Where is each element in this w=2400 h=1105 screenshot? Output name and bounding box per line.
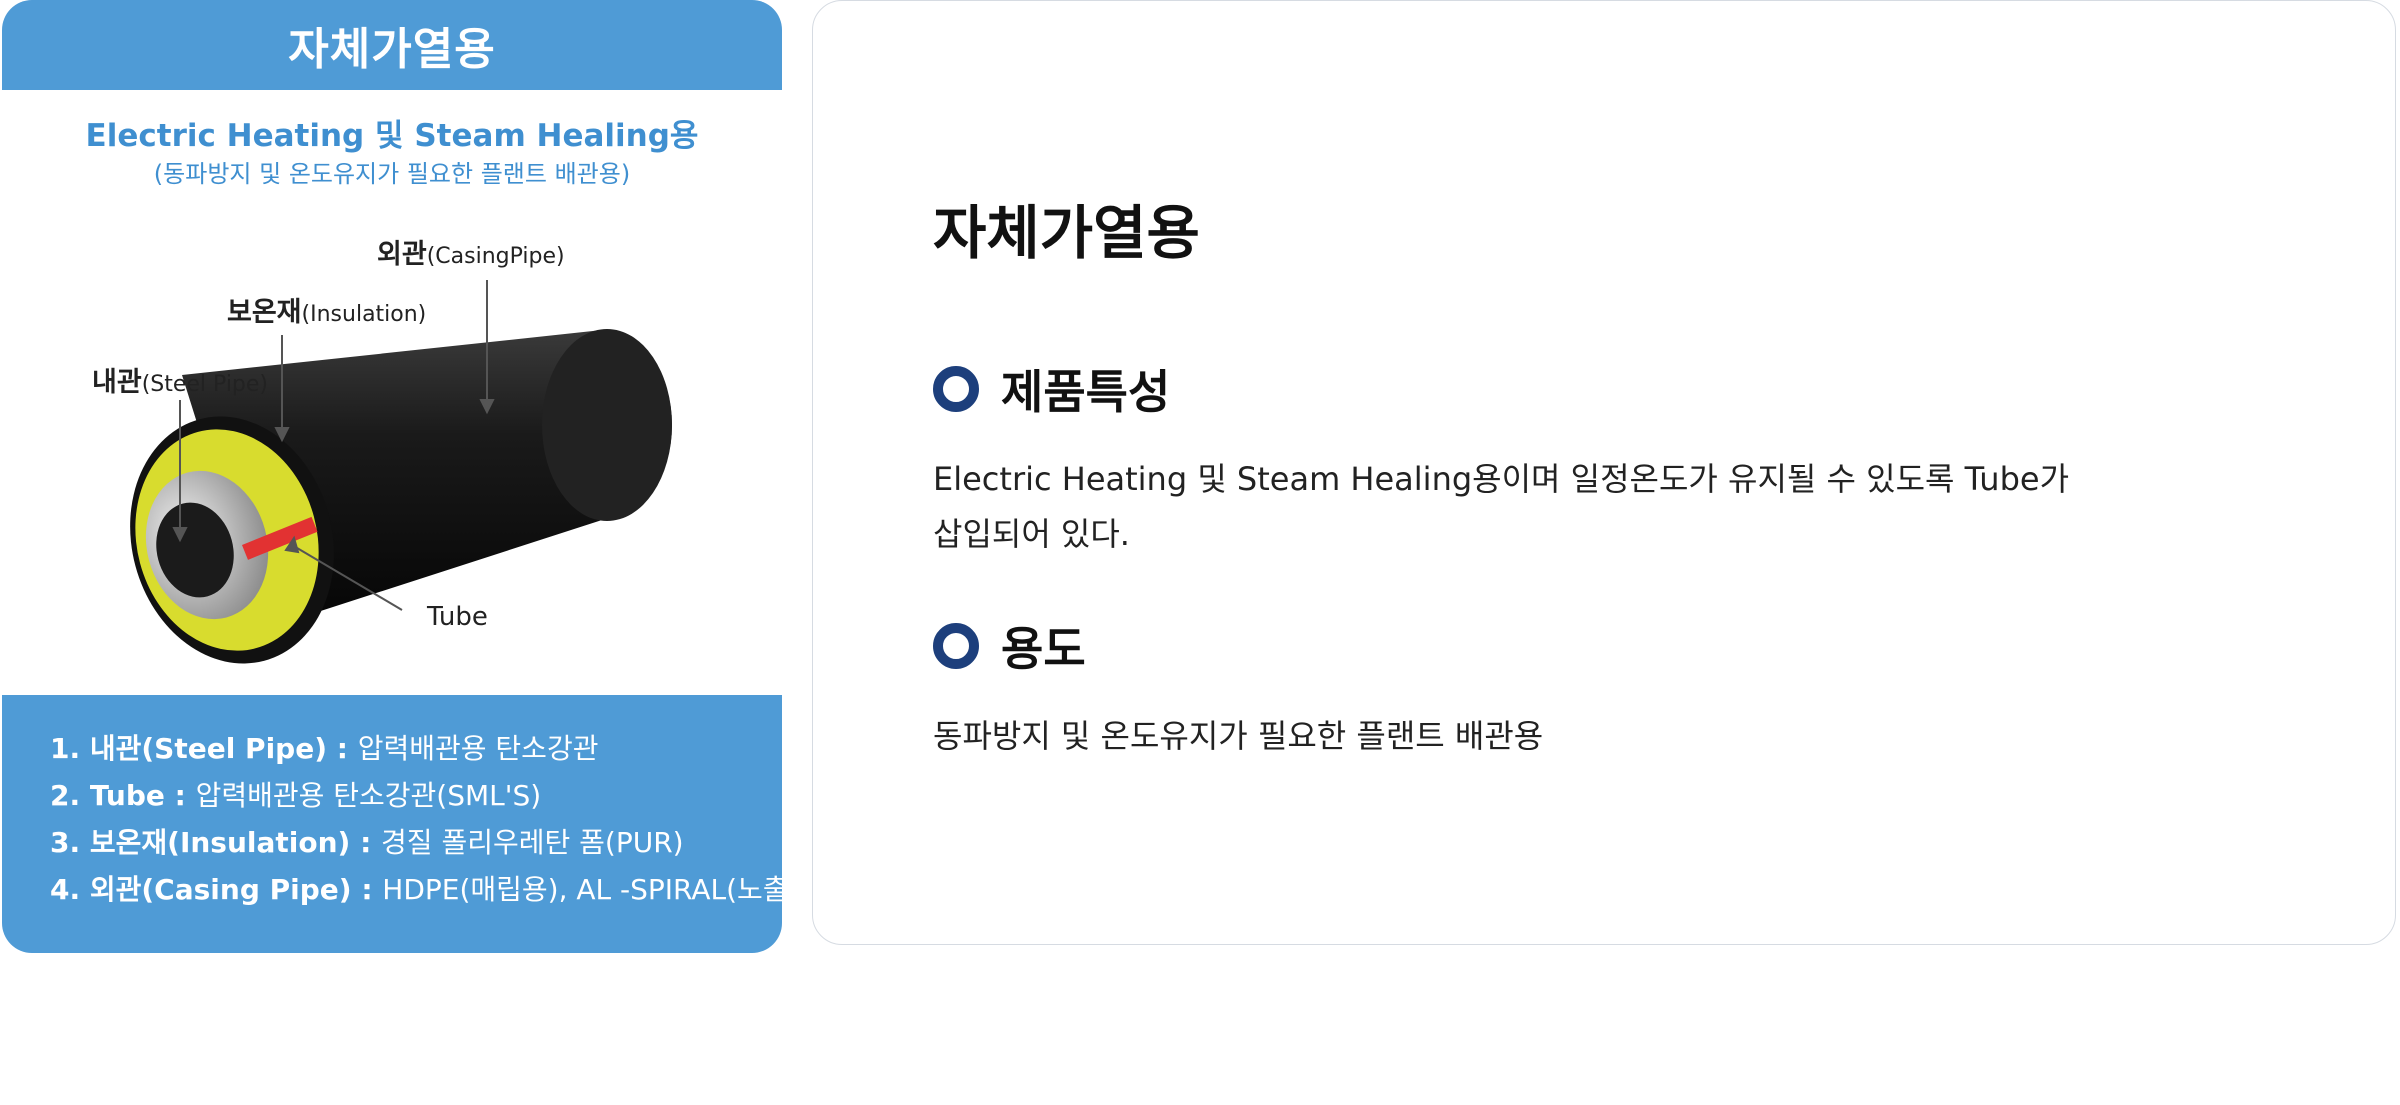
spec-item: 1. 내관(Steel Pipe) : 압력배관용 탄소강관 [50,725,782,772]
callout-casing-pipe: 외관(CasingPipe) [377,232,565,271]
spec-label: 2. Tube : [50,779,196,812]
callout-insulation-ko: 보온재 [227,297,302,328]
spec-item: 4. 외관(Casing Pipe) : HDPE(매립용), AL -SPIR… [50,866,782,913]
product-diagram-card: 자체가열용 Electric Heating 및 Steam Healing용 … [2,0,782,953]
spec-value: HDPE(매립용), AL -SPIRAL(노출용) [382,873,782,906]
callout-casing-ko: 외관 [377,239,427,270]
callout-casing-en: (CasingPipe) [426,244,565,269]
spec-value: 압력배관용 탄소강관 [357,732,599,765]
spec-label: 4. 외관(Casing Pipe) : [50,873,383,906]
product-info-card: 자체가열용 제품특성 Electric Heating 및 Steam Heal… [812,0,2396,945]
section-header: 제품특성 [933,356,2083,422]
callout-tube: Tube [427,602,488,632]
spec-value: 경질 폴리우레탄 폼(PUR) [381,826,684,859]
pipe-figure: Electric Heating 및 Steam Healing용 (동파방지 … [2,90,782,695]
spec-item: 2. Tube : 압력배관용 탄소강관(SML'S) [50,772,782,819]
spec-label: 3. 보온재(Insulation) : [50,826,382,859]
spec-label: 1. 내관(Steel Pipe) : [50,732,358,765]
section-title-features: 제품특성 [1001,365,1171,419]
section-title-usage: 용도 [1001,622,1086,676]
section-header: 용도 [933,613,2083,679]
section-body-usage: 동파방지 및 온도유지가 필요한 플랜트 배관용 [933,717,1544,755]
section-features: 제품특성 Electric Heating 및 Steam Healing용이며… [933,356,2083,562]
spec-list: 1. 내관(Steel Pipe) : 압력배관용 탄소강관 2. Tube :… [50,725,782,913]
spec-item: 3. 보온재(Insulation) : 경질 폴리우레탄 폼(PUR) [50,819,782,866]
diagram-card-title: 자체가열용 [288,24,496,75]
ring-bullet-icon [933,366,979,412]
callout-insulation: 보온재(Insulation) [227,290,426,329]
product-title: 자체가열용 [933,199,1200,267]
callout-steel-pipe: 내관(Steel Pipe) [92,360,268,399]
ring-bullet-icon [933,623,979,669]
callout-steel-ko: 내관 [92,367,142,398]
section-usage: 용도 동파방지 및 온도유지가 필요한 플랜트 배관용 [933,613,2083,764]
spec-value: 압력배관용 탄소강관(SML'S) [195,779,542,812]
section-body-features: Electric Heating 및 Steam Healing용이며 일정온도… [933,460,2070,553]
callout-insulation-en: (Insulation) [301,302,427,327]
callout-steel-en: (Steel Pipe) [141,372,269,397]
